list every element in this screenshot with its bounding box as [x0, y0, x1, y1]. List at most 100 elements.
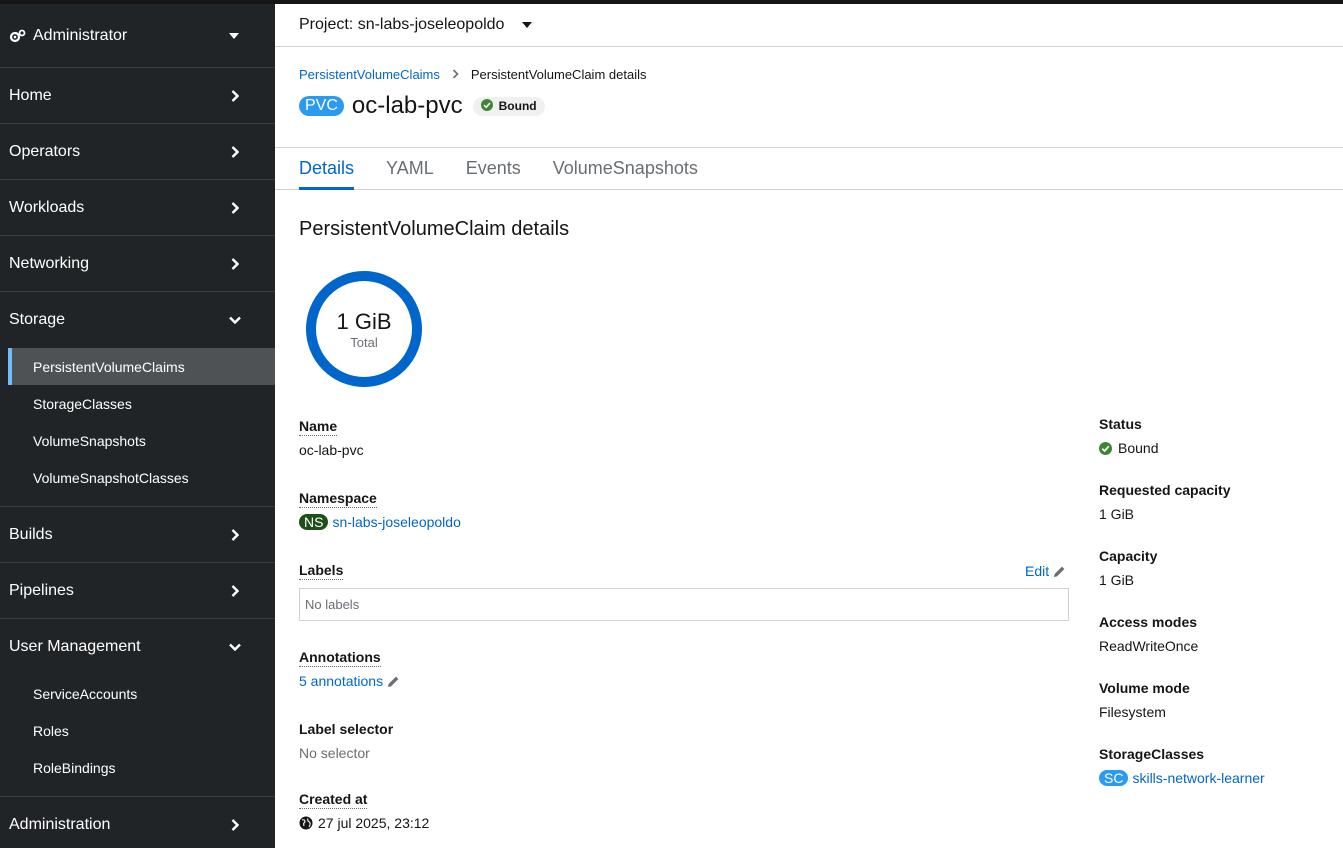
capacity-total-value: 1 GiB: [336, 308, 392, 334]
detail-namespace: Namespace NS sn-labs-joseleopoldo: [299, 490, 461, 530]
breadcrumb-current: PersistentVolumeClaim details: [470, 67, 647, 82]
caret-down-icon: [229, 32, 239, 39]
sidebar-item-home[interactable]: Home: [0, 68, 275, 124]
sidebar-item-label: Home: [9, 86, 52, 104]
storage-group: Storage PersistentVolumeClaims StorageCl…: [0, 292, 275, 507]
sidebar-subitem-storageclasses[interactable]: StorageClasses: [0, 385, 275, 422]
chevron-right-icon: [228, 528, 241, 541]
chevron-right-icon: [228, 584, 241, 597]
detail-label: Volume mode: [1099, 680, 1190, 696]
page-title: oc-lab-pvc: [351, 92, 463, 119]
breadcrumb: PersistentVolumeClaims PersistentVolumeC…: [299, 67, 646, 82]
breadcrumb-link-pvcs[interactable]: PersistentVolumeClaims: [299, 67, 440, 82]
storageclass-link[interactable]: skills-network-learner: [1132, 770, 1264, 786]
detail-labels: Labels: [299, 562, 344, 580]
detail-label-selector: Label selector No selector: [299, 721, 393, 761]
page-heading: PVC oc-lab-pvc Bound: [299, 92, 545, 120]
detail-label: Capacity: [1099, 548, 1158, 564]
detail-label: Namespace: [299, 490, 377, 508]
chevron-down-icon: [228, 314, 241, 327]
detail-value: Filesystem: [1099, 704, 1166, 720]
detail-label: Created at: [299, 791, 368, 809]
sidebar-subitem-roles[interactable]: Roles: [0, 712, 275, 749]
status-value: Bound: [1118, 440, 1159, 456]
chevron-right-icon: [228, 145, 241, 158]
detail-value: 5 annotations: [299, 673, 400, 689]
sidebar-subitem-persistentvolumeclaims[interactable]: PersistentVolumeClaims: [8, 348, 275, 385]
sidebar-item-pipelines[interactable]: Pipelines: [0, 563, 275, 619]
status-badge-label: Bound: [498, 99, 537, 113]
chevron-down-icon: [228, 641, 241, 654]
sidebar-item-operators[interactable]: Operators: [0, 124, 275, 180]
detail-capacity: Capacity 1 GiB: [1099, 548, 1157, 588]
sidebar-item-label: Builds: [9, 525, 53, 543]
detail-label: Access modes: [1099, 614, 1198, 630]
pencil-icon[interactable]: [387, 675, 400, 688]
check-circle-icon: [1099, 441, 1112, 455]
chevron-right-icon: [228, 201, 241, 214]
created-timestamp: 27 jul 2025, 23:12: [318, 815, 430, 831]
sidebar-item-label: Networking: [9, 254, 90, 272]
capacity-donut-label: 1 GiB Total: [305, 270, 423, 388]
sidebar-item-storage[interactable]: Storage: [0, 292, 275, 348]
namespace-badge: NS: [299, 514, 329, 530]
detail-value: NS sn-labs-joseleopoldo: [299, 514, 461, 530]
sidebar-item-networking[interactable]: Networking: [0, 236, 275, 292]
status-badge: Bound: [472, 96, 545, 116]
detail-label: Annotations: [299, 649, 381, 667]
detail-label: Requested capacity: [1099, 482, 1231, 498]
section-title: PersistentVolumeClaim details: [299, 218, 570, 240]
capacity-total-caption: Total: [350, 334, 378, 350]
user-management-group: User Management ServiceAccounts Roles Ro…: [0, 619, 275, 797]
tab-details[interactable]: Details: [299, 148, 355, 190]
detail-volume-mode: Volume mode Filesystem: [1099, 680, 1190, 720]
detail-annotations: Annotations 5 annotations: [299, 649, 400, 689]
annotations-link[interactable]: 5 annotations: [299, 673, 383, 689]
tab-volumesnapshots[interactable]: VolumeSnapshots: [553, 148, 698, 189]
detail-value: 1 GiB: [1099, 506, 1135, 522]
sidebar-item-label: Operators: [9, 142, 81, 160]
sidebar-subitem-serviceaccounts[interactable]: ServiceAccounts: [0, 675, 275, 712]
detail-label: Status: [1099, 416, 1142, 432]
detail-label: Labels: [299, 562, 344, 580]
sidebar-item-label: Storage: [9, 311, 66, 328]
detail-value: 27 jul 2025, 23:12: [299, 815, 429, 831]
detail-storageclasses: StorageClasses SC skills-network-learner: [1099, 746, 1265, 786]
perspective-label: Administrator: [33, 26, 128, 44]
detail-value: oc-lab-pvc: [299, 442, 364, 458]
tab-yaml[interactable]: YAML: [386, 148, 434, 189]
detail-value: 1 GiB: [1099, 572, 1135, 588]
sidebar-item-user-management[interactable]: User Management: [0, 619, 275, 675]
labels-list: No labels: [299, 588, 1069, 621]
sidebar-item-administration[interactable]: Administration: [0, 797, 275, 848]
detail-access-modes: Access modes ReadWriteOnce: [1099, 614, 1198, 654]
globe-icon: [299, 816, 313, 830]
check-circle-icon: [480, 98, 493, 114]
detail-value: ReadWriteOnce: [1099, 638, 1199, 654]
sidebar-item-label: Administration: [9, 815, 111, 833]
detail-status: Status Bound: [1099, 416, 1158, 456]
perspective-switcher[interactable]: Administrator: [0, 4, 275, 68]
edit-labels-button[interactable]: Edit: [1025, 563, 1066, 579]
chevron-right-icon: [452, 68, 459, 82]
sidebar-item-label: Workloads: [9, 198, 85, 216]
project-selector[interactable]: Project: sn-labs-joseleopoldo: [275, 4, 1343, 47]
detail-created-at: Created at 27 jul 2025, 23:12: [299, 791, 429, 831]
detail-value: SC skills-network-learner: [1099, 770, 1265, 786]
tab-events[interactable]: Events: [466, 148, 521, 189]
sidebar-item-builds[interactable]: Builds: [0, 507, 275, 563]
sidebar-subitem-volumesnapshotclasses[interactable]: VolumeSnapshotClasses: [0, 459, 275, 496]
chevron-right-icon: [228, 257, 241, 270]
namespace-link[interactable]: sn-labs-joseleopoldo: [332, 514, 460, 530]
sidebar-item-workloads[interactable]: Workloads: [0, 180, 275, 236]
detail-requested-capacity: Requested capacity 1 GiB: [1099, 482, 1231, 522]
sidebar-item-label: Pipelines: [9, 581, 74, 599]
detail-name: Name oc-lab-pvc: [299, 418, 364, 458]
sidebar-subitem-volumesnapshots[interactable]: VolumeSnapshots: [0, 422, 275, 459]
detail-label: StorageClasses: [1099, 746, 1205, 762]
sidebar-item-label: User Management: [9, 638, 141, 655]
detail-label: Label selector: [299, 721, 394, 737]
resource-badge: PVC: [299, 96, 344, 116]
detail-label: Name: [299, 418, 338, 436]
sidebar-subitem-rolebindings[interactable]: RoleBindings: [0, 749, 275, 786]
